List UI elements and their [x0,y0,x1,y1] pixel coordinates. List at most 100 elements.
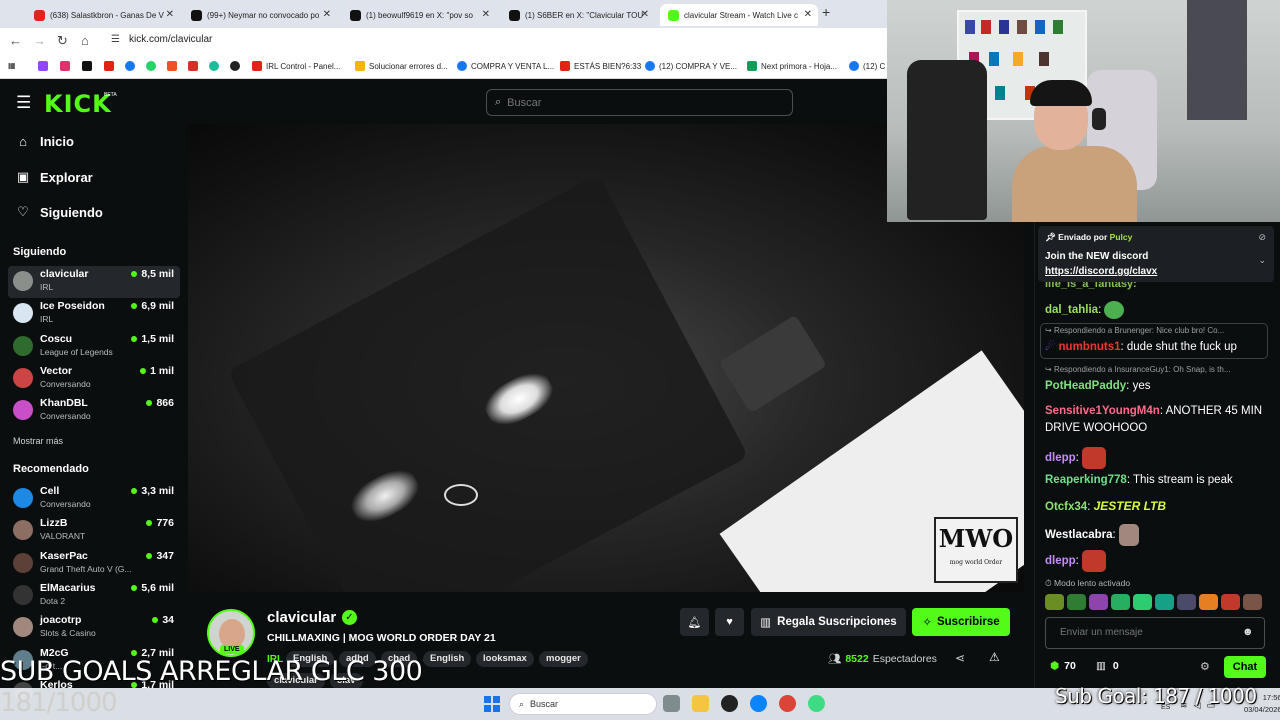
emote[interactable] [1133,594,1152,610]
channel-category: VALORANT [40,531,86,542]
gift-subs-button[interactable]: ▥ Regala Suscripciones [751,608,906,636]
sidebar-channel-clavicular[interactable]: clavicular IRL 8,5 mil [8,266,180,298]
browser-tab-x-s6ber[interactable]: (1) S6BER en X: "Clavicular TOU ✕ [501,4,655,26]
tag[interactable]: English [423,651,472,667]
edge-icon[interactable] [750,695,767,712]
emote[interactable] [1199,594,1218,610]
sidebar-channel-joacotrp[interactable]: joacotrp Slots & Casino 34 [8,612,180,644]
app-icon[interactable] [721,695,738,712]
new-tab-button[interactable]: + [822,4,830,20]
tag[interactable]: looksmax [476,651,534,667]
file-explorer-icon[interactable] [692,695,709,712]
report-icon[interactable]: ⚠ [989,650,1000,664]
reload-icon[interactable]: ↻ [57,33,68,49]
nav-explore[interactable]: ▣ Explorar [16,169,93,185]
emote[interactable] [1045,594,1064,610]
chat-input[interactable] [1060,627,1240,638]
sidebar-channel-elmacarius[interactable]: ElMacarius Dota 2 5,6 mil [8,580,180,612]
windows-start-icon[interactable] [484,696,500,712]
close-tab-icon[interactable]: ✕ [323,9,331,20]
emote[interactable] [1111,594,1130,610]
bookmark-x[interactable] [82,61,92,71]
emote[interactable] [1221,594,1240,610]
bookmark-discord[interactable] [209,61,219,71]
follow-button[interactable]: ♥ [715,608,744,636]
bookmark-facebook[interactable] [125,61,135,71]
emote[interactable] [1089,594,1108,610]
chat-input-box[interactable] [1045,617,1265,649]
chat-send-button[interactable]: Chat [1224,656,1266,678]
bookmark-instagram[interactable] [60,61,70,71]
notification-button[interactable]: 🔔︎ [680,608,709,636]
emote[interactable] [1177,594,1196,610]
browser-tab-x-neymar[interactable]: (99+) Neymar no convocado po ✕ [183,4,337,26]
gift-counter[interactable]: ▥ 0 [1096,660,1119,672]
search-box[interactable]: ⌕ [486,89,793,116]
home-icon: ⌂ [19,134,27,149]
browser-tab-x-beowulf[interactable]: (1) beowulf9619 en X: "pov so ✕ [342,4,496,26]
emote[interactable] [1243,594,1262,610]
forward-icon[interactable]: → [33,33,46,48]
close-tab-icon[interactable]: ✕ [804,9,812,20]
show-more-link[interactable]: Mostrar más [13,436,63,446]
emote[interactable] [1067,594,1086,610]
bookmark-compra-ve[interactable]: (12) COMPRA Y VE... [645,61,737,71]
bookmark-irl-control[interactable]: IRL Control - Panel... [252,61,340,71]
video-frame-hook [718,314,828,414]
subscribe-button[interactable]: ✧ Suscribirse [912,608,1010,636]
sidebar-channel-lizzb[interactable]: LizzB VALORANT 776 [8,515,180,547]
sidebar-channel-coscu[interactable]: Coscu League of Legends 1,5 mil [8,331,180,363]
emoji-icon[interactable]: ☻ [1242,626,1254,638]
search-icon: ⌕ [495,96,502,108]
bookmark-youtube[interactable] [104,61,114,71]
sidebar-channel-ice-poseidon[interactable]: Ice Poseidon IRL 6,9 mil [8,298,180,330]
site-info-icon[interactable]: ☰ [111,34,120,45]
close-tab-icon[interactable]: ✕ [166,9,174,20]
sidebar-channel-khandbl[interactable]: KhanDBL Conversando 866 [8,395,180,427]
close-tab-icon[interactable]: ✕ [641,9,649,20]
bookmark-whatsapp[interactable] [146,61,156,71]
sidebar-channel-kaserpac[interactable]: KaserPac Grand Theft Auto V (G... 347 [8,548,180,580]
kick-logo[interactable]: KICK [44,90,112,118]
bookmark-github[interactable] [230,61,240,71]
task-view-icon[interactable] [663,695,680,712]
bookmark-estas-bien[interactable]: ESTÁS BIEN?6:33 [560,61,641,71]
video-frame-console [227,174,749,592]
app-icon[interactable] [808,695,825,712]
unpin-icon[interactable]: ⊘ [1258,232,1266,243]
pinned-message[interactable]: 📌︎ Enviado por Pulcy Join the NEW discor… [1038,226,1274,282]
search-input[interactable] [507,96,768,109]
chrome-icon[interactable] [779,695,796,712]
tag[interactable]: mogger [539,651,588,667]
taskbar-search[interactable]: ⌕ Buscar [509,693,657,715]
chevron-down-icon[interactable]: ⌄ [1258,255,1266,266]
nav-following[interactable]: ♡ Siguiendo [16,204,103,220]
close-tab-icon[interactable]: ✕ [482,9,490,20]
streamer-name[interactable]: clavicular [267,609,336,626]
bookmark-twitch[interactable] [38,61,48,71]
sidebar-channel-cell[interactable]: Cell Conversando 3,3 mil [8,483,180,515]
browser-tab-youtube[interactable]: (638) Salastkbron - Ganas De V ✕ [26,4,180,26]
url-text[interactable]: kick.com/clavicular [129,34,212,45]
channel-points[interactable]: ⬢ 70 [1050,660,1076,672]
sidebar-channel-vector[interactable]: Vector Conversando 1 mil [8,363,180,395]
discord-link[interactable]: https://discord.gg/clavx [1045,266,1157,277]
nav-home[interactable]: ⌂ Inicio [16,134,74,149]
bookmark-app[interactable] [188,61,198,71]
bookmark-solucionar[interactable]: Solucionar errores d... [355,61,448,71]
share-icon[interactable]: ⋖ [955,651,965,665]
bookmark-compra-c[interactable]: (12) C [849,61,885,71]
menu-icon[interactable]: ☰ [16,93,31,113]
apps-icon[interactable]: ▦ [8,61,16,70]
emote[interactable] [1155,594,1174,610]
gear-icon[interactable]: ⚙ [1200,660,1210,673]
bookmark-microsoft[interactable] [167,61,177,71]
bookmark-next-primora[interactable]: Next primora - Hoja... [747,61,837,71]
bookmark-compra-venta[interactable]: COMPRA Y VENTA L... [457,61,554,71]
pinned-by-user[interactable]: Pulcy [1110,232,1133,242]
browser-tab-kick[interactable]: clavicular Stream - Watch Live c ✕ [660,4,818,26]
viewer-count: 866 [146,397,174,409]
back-icon[interactable]: ← [9,33,22,48]
home-icon[interactable]: ⌂ [81,33,89,48]
channel-name: LizzB [40,517,68,530]
